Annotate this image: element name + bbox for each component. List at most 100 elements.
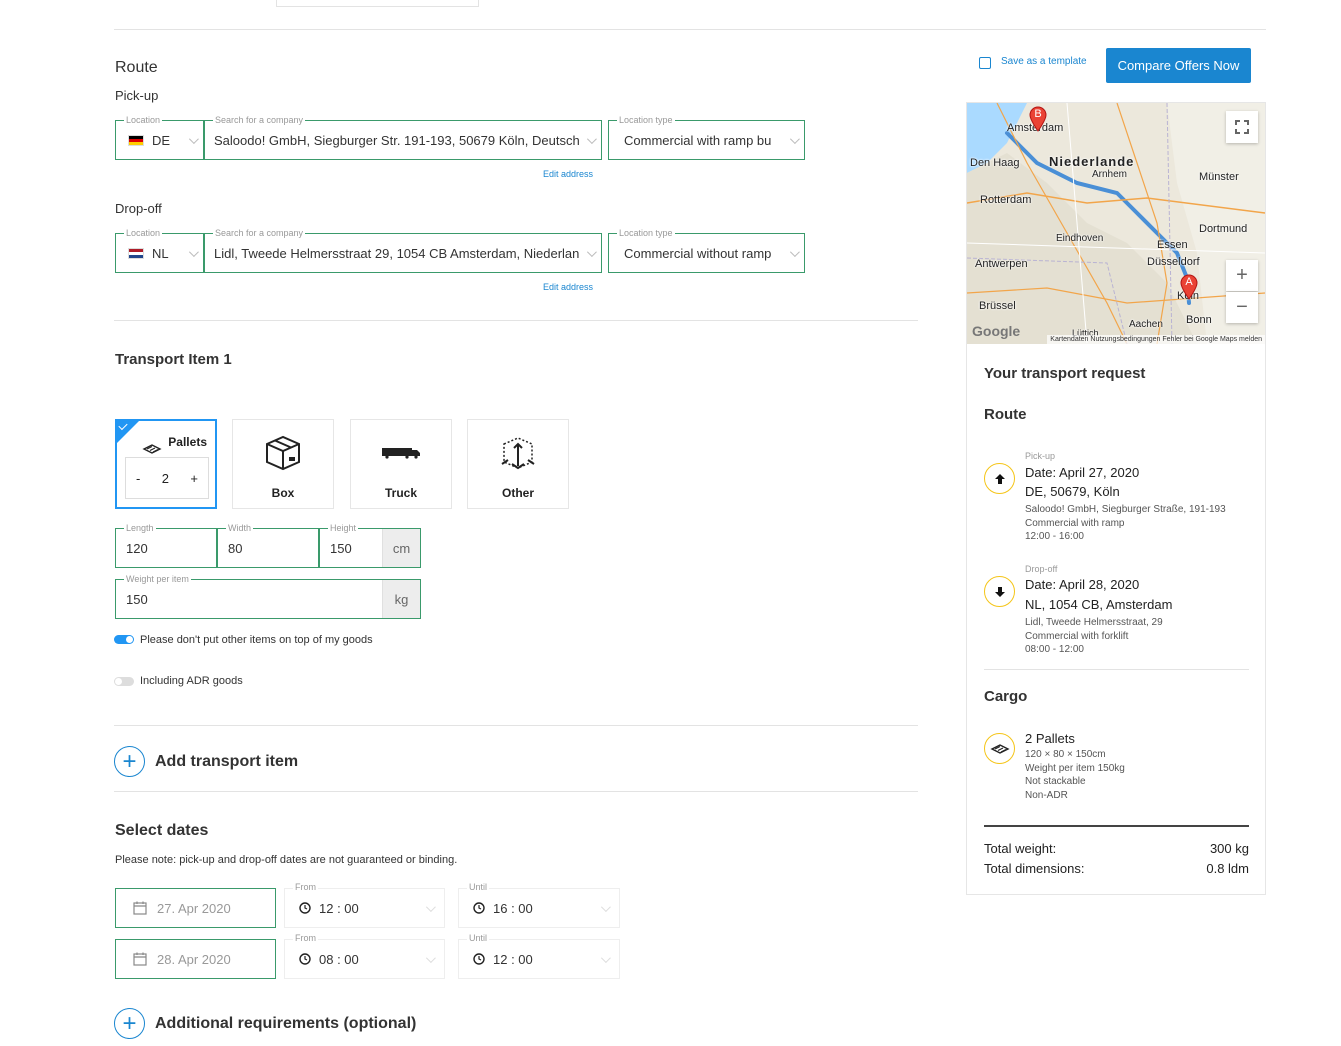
from-legend: From	[293, 931, 318, 945]
marker-b-letter: B	[1034, 108, 1042, 120]
top-divider	[114, 29, 1266, 30]
total-dimensions-label: Total dimensions:	[984, 861, 1085, 876]
marker-b-icon[interactable]: B	[1029, 106, 1047, 132]
pickup-location-type: Commercial with ramp bu	[624, 132, 772, 148]
zoom-out-button[interactable]: −	[1226, 292, 1258, 323]
map-footer[interactable]: Kartendaten Nutzungsbedingungen Fehler b…	[1047, 335, 1265, 344]
summary-dropoff-label: Drop-off	[1025, 564, 1058, 574]
summary-dropoff-place: NL, 1054 CB, Amsterdam	[1025, 597, 1173, 612]
quantity-value: 2	[161, 470, 169, 486]
summary-pickup-place: DE, 50679, Köln	[1025, 484, 1120, 499]
save-template-checkbox[interactable]	[979, 57, 991, 69]
summary-pickup-type: Commercial with ramp	[1025, 518, 1125, 529]
add-transport-item-label[interactable]: Add transport item	[155, 753, 298, 771]
summary-cargo-weight: Weight per item 150kg	[1025, 763, 1125, 774]
chevron-down-icon	[414, 901, 444, 912]
width-input[interactable]: Width 80	[217, 521, 319, 568]
length-input[interactable]: Length 120	[115, 521, 217, 568]
total-weight-value: 300 kg	[1209, 841, 1249, 856]
pickup-company-input[interactable]: Search for a company Saloodo! GmbH, Sieg…	[204, 113, 602, 160]
total-weight-label: Total weight:	[984, 841, 1057, 856]
decrement-button[interactable]: -	[136, 471, 140, 486]
stackable-toggle[interactable]	[114, 635, 134, 644]
marker-a-letter: A	[1185, 276, 1193, 288]
weight-legend: Weight per item	[124, 572, 191, 586]
dropoff-location-type-select[interactable]: Location type Commercial without ramp	[608, 226, 805, 273]
summary-dropoff-address: Lidl, Tweede Helmersstraat, 29	[1025, 617, 1163, 628]
truck-icon	[382, 448, 420, 459]
item-type-label: Truck	[384, 486, 417, 500]
summary-pickup-date: Date: April 27, 2020	[1025, 465, 1140, 480]
clock-icon	[299, 902, 311, 914]
weight-value: 150	[126, 591, 148, 607]
item-type-label: Other	[501, 486, 534, 500]
add-transport-item-button[interactable]: +	[114, 746, 145, 777]
company-legend: Search for a company	[213, 226, 306, 240]
pickup-from-time-select[interactable]: From 12 : 00	[284, 880, 445, 928]
dropoff-location-type: Commercial without ramp	[624, 245, 772, 261]
item-type-truck[interactable]: Truck	[350, 419, 452, 509]
zoom-in-button[interactable]: +	[1226, 260, 1258, 291]
pickup-location-type-select[interactable]: Location type Commercial with ramp bu	[608, 113, 805, 160]
fullscreen-icon	[1235, 120, 1249, 134]
dropoff-company-input[interactable]: Search for a company Lidl, Tweede Helmer…	[204, 226, 602, 273]
map-label-muenster: Münster	[1199, 171, 1239, 183]
height-input[interactable]: Height 150 cm	[319, 521, 421, 568]
weight-unit: kg	[382, 580, 420, 618]
fullscreen-button[interactable]	[1226, 111, 1258, 143]
pickup-arrow-up-icon	[984, 463, 1015, 494]
dropoff-arrow-down-icon	[984, 576, 1015, 607]
item-type-box[interactable]: Box	[232, 419, 334, 509]
route-divider	[114, 320, 918, 321]
item-type-label: Box	[271, 486, 295, 500]
summary-cargo-name: 2 Pallets	[1025, 731, 1075, 746]
item-type-label: Pallets	[168, 435, 207, 449]
summary-cargo-dims: 120 × 80 × 150cm	[1025, 749, 1106, 760]
pallet-icon	[984, 733, 1015, 764]
top-tab-stub	[276, 0, 479, 7]
map-label-arnhem: Arnhem	[1092, 169, 1128, 180]
summary-panel: Amsterdam Den Haag Niederlande Arnhem Mü…	[966, 102, 1266, 895]
pickup-date-input[interactable]: 27. Apr 2020	[115, 888, 276, 928]
item-type-other[interactable]: Other	[467, 419, 569, 509]
pickup-edit-address-link[interactable]: Edit address	[543, 169, 593, 179]
summary-title: Your transport request	[984, 365, 1146, 382]
summary-dropoff-date: Date: April 28, 2020	[1025, 577, 1140, 592]
adr-toggle[interactable]	[114, 677, 134, 686]
additional-requirements-label[interactable]: Additional requirements (optional)	[155, 1015, 416, 1033]
total-divider	[984, 825, 1249, 827]
summary-divider	[984, 669, 1249, 670]
increment-button[interactable]: +	[190, 471, 198, 486]
item-type-pallets[interactable]: Pallets - 2 +	[115, 419, 217, 509]
dropoff-edit-address-link[interactable]: Edit address	[543, 282, 593, 292]
pickup-label: Pick-up	[115, 88, 159, 103]
dropoff-from-time-select[interactable]: From 08 : 00	[284, 931, 445, 979]
dropoff-company: Lidl, Tweede Helmersstraat 29, 1054 CB A…	[214, 245, 579, 261]
quantity-stepper[interactable]: - 2 +	[125, 457, 209, 499]
dropoff-label: Drop-off	[115, 201, 162, 216]
marker-a-icon[interactable]: A	[1180, 274, 1198, 300]
pickup-country-select[interactable]: Location DE	[115, 113, 204, 160]
summary-cargo-stack: Not stackable	[1025, 776, 1086, 787]
box-icon	[266, 435, 300, 471]
transport-item-title: Transport Item 1	[115, 351, 232, 368]
until-legend: Until	[467, 880, 490, 894]
weight-input[interactable]: Weight per item 150 kg	[115, 572, 421, 619]
compare-offers-button[interactable]: Compare Offers Now	[1106, 48, 1251, 83]
additional-requirements-button[interactable]: +	[114, 1008, 145, 1039]
save-template-label[interactable]: Save as a template	[1001, 56, 1087, 67]
clock-icon	[473, 953, 485, 965]
plus-icon: +	[122, 747, 137, 775]
company-legend: Search for a company	[213, 113, 306, 127]
chevron-down-icon	[782, 133, 804, 144]
map-label-duesseldorf: Düsseldorf	[1147, 256, 1200, 268]
dropoff-country-select[interactable]: Location NL	[115, 226, 204, 273]
dates-title: Select dates	[115, 822, 209, 839]
dropoff-until-time-select[interactable]: Until 12 : 00	[458, 931, 620, 979]
dropoff-date-input[interactable]: 28. Apr 2020	[115, 939, 276, 979]
dropoff-date-value: 28. Apr 2020	[157, 951, 231, 967]
map-label-antwerpen: Antwerpen	[975, 258, 1028, 270]
location-legend: Location	[124, 113, 163, 127]
route-map[interactable]: Amsterdam Den Haag Niederlande Arnhem Mü…	[967, 103, 1265, 344]
pickup-until-time-select[interactable]: Until 16 : 00	[458, 880, 620, 928]
